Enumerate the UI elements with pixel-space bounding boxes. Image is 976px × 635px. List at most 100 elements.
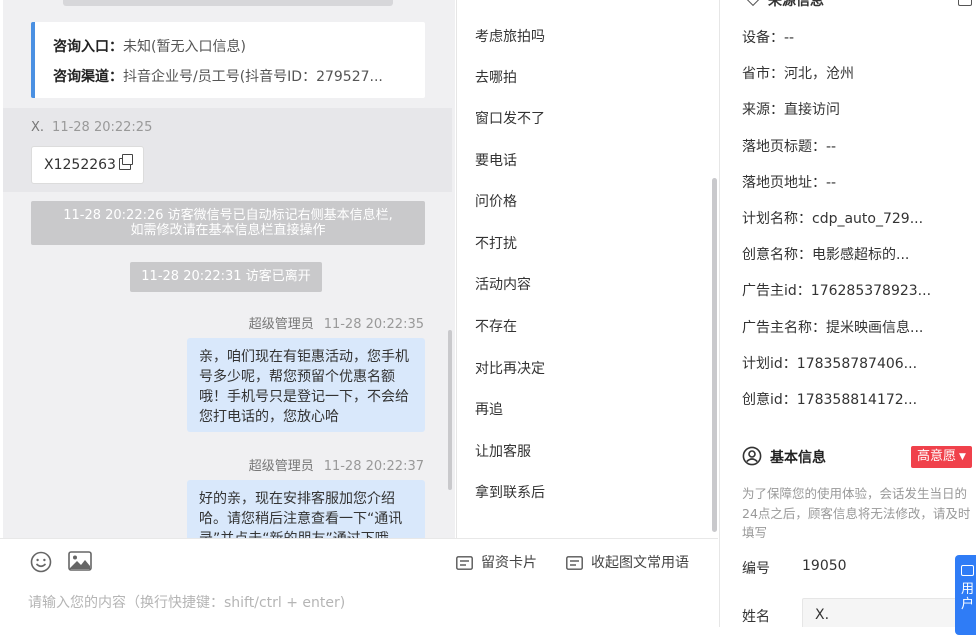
system-notice-visitor-left: 11-28 20:22:31 访客已离开 (130, 262, 322, 292)
copy-icon[interactable] (118, 154, 133, 170)
source-info-title: 来源信息 (768, 0, 824, 9)
source-info-label: 落地页标题： (742, 138, 826, 155)
agent-message-time: 11-28 20:22:35 (323, 317, 424, 332)
source-info-label: 来源： (742, 102, 784, 119)
fold-phrases-label: 收起图文常用语 (591, 555, 689, 571)
source-info-value: 178358814172... (796, 392, 918, 408)
source-info-row: 计划名称：cdp_auto_729... (742, 208, 972, 228)
visitor-message-time: 11-28 20:22:25 (52, 120, 153, 135)
intent-level-dropdown[interactable]: 高意愿 ▼ (911, 446, 972, 468)
quick-reply-item[interactable]: 考虑旅拍吗 (475, 26, 545, 48)
source-info-label: 设备： (742, 30, 784, 46)
image-icon[interactable] (68, 551, 92, 571)
agent-name: 超级管理员 (248, 459, 314, 474)
source-info-row: 省市：河北，沧州 (742, 63, 972, 83)
source-info-row: 来源：直接访问 (742, 99, 972, 119)
user-circle-icon (742, 446, 762, 466)
quick-reply-item[interactable]: 活动内容 (475, 274, 531, 296)
source-info-value: 176285378923... (810, 283, 932, 300)
quick-reply-item[interactable]: 问价格 (475, 191, 517, 213)
source-info-row: 落地页地址：-- (742, 172, 972, 192)
visitor-id-text: X1252263 (44, 157, 116, 173)
consult-info-card: 咨询入口：未知(暂无入口信息) 咨询渠道：抖音企业号/员工号(抖音号ID：279… (31, 22, 425, 98)
chat-history[interactable]: 咨询入口：未知(暂无入口信息) 咨询渠道：抖音企业号/员工号(抖音号ID：279… (3, 0, 455, 538)
source-info-value: 提米映画信息... (826, 319, 924, 336)
quick-reply-item[interactable]: 拿到联系后 (475, 482, 545, 504)
source-info-value: -- (784, 30, 795, 46)
card-icon (456, 556, 473, 570)
system-notice-line: 11-28 20:22:26 访客微信号已自动标记右侧基本信息栏, (63, 208, 393, 223)
intent-level-label: 高意愿 (917, 449, 957, 464)
agent-message-time: 11-28 20:22:37 (323, 459, 424, 474)
user-float-label: 用户 (961, 582, 975, 612)
caret-down-icon: ▼ (959, 452, 966, 462)
agent-message-meta: 超级管理员 11-28 20:22:35 (249, 313, 424, 332)
source-info-row: 计划id：178358787406... (742, 353, 972, 373)
agent-message-meta: 超级管理员 11-28 20:22:37 (249, 455, 424, 474)
source-info-label: 省市： (742, 66, 784, 83)
name-field[interactable]: X. (802, 598, 962, 627)
quick-reply-item[interactable]: 对比再决定 (475, 358, 545, 380)
quick-reply-item[interactable]: 不打扰 (475, 233, 517, 255)
user-float-button[interactable]: 用户 (955, 555, 976, 635)
visitor-message-meta: X. 11-28 20:22:25 (31, 120, 152, 135)
source-info-value: cdp_auto_729... (812, 211, 924, 227)
consult-entry-label: 咨询入口： (53, 39, 123, 55)
previous-message-stub (63, 0, 393, 6)
source-info-row: 广告主名称：提米映画信息... (742, 317, 972, 337)
source-info-row: 广告主id：176285378923... (742, 280, 972, 300)
system-notice-line: 如需修改请在基本信息栏直接操作 (130, 223, 326, 238)
agent-name: 超级管理员 (248, 317, 314, 332)
lead-card-button[interactable]: 留资卡片 (456, 552, 537, 572)
visitor-id-chip[interactable]: X1252263 (31, 146, 144, 184)
source-info-value: -- (826, 138, 837, 155)
agent-message-bubble: 亲，咱们现在有钜惠活动，您手机号多少呢，帮您预留个优惠名额哦！手机号只是登记一下… (187, 338, 425, 432)
chat-scrollbar[interactable] (448, 330, 452, 490)
source-info-row: 设备：-- (742, 27, 972, 47)
consult-entry-value: 未知(暂无入口信息) (123, 39, 246, 55)
consult-channel-label: 咨询渠道： (53, 69, 123, 85)
quick-reply-item[interactable]: 要电话 (475, 150, 517, 172)
consult-entry-row: 咨询入口：未知(暂无入口信息) (53, 32, 425, 62)
fold-phrases-button[interactable]: 收起图文常用语 (566, 552, 689, 572)
source-info-header: 来源信息 (745, 0, 824, 10)
quick-reply-item[interactable]: 让加客服 (475, 441, 531, 463)
consult-channel-value: 抖音企业号/员工号(抖音号ID：279527... (123, 69, 383, 85)
source-info-label: 计划id： (742, 355, 797, 372)
source-info-row: 落地页标题：-- (742, 136, 972, 156)
edit-deadline-notice: 为了保障您的使用体验，会话发生当日的24点之后，顾客信息将无法修改，请及时填写 (742, 486, 971, 540)
serial-label: 编号 (742, 561, 770, 577)
source-info-label: 广告主id： (742, 283, 811, 300)
quick-reply-item[interactable]: 去哪拍 (475, 67, 517, 89)
customer-info-panel: 来源信息 设备：-- 省市：河北，沧州 来源：直接访问 落地页标题：-- 落地页地址：-… (719, 0, 976, 627)
quick-reply-item[interactable]: 不存在 (475, 316, 517, 338)
source-info-row: 创意id：178358814172... (742, 389, 972, 409)
agent-message-bubble: 好的亲，现在安排客服加您介绍哈。请您稍后注意查看一下“通讯录”并点击“新的朋友”… (187, 480, 425, 538)
lead-card-label: 留资卡片 (481, 555, 537, 571)
source-info-value: 河北，沧州 (784, 66, 854, 83)
source-info-label: 计划名称： (742, 211, 812, 227)
serial-value: 19050 (802, 558, 847, 574)
source-info-value: -- (826, 174, 837, 191)
source-info-row: 创意名称：电影感超标的... (742, 244, 972, 264)
basic-info-header: 基本信息 (742, 446, 826, 467)
quick-replies-scrollbar[interactable] (712, 178, 717, 532)
source-info-label: 创意id： (742, 392, 797, 408)
visitor-name: X. (31, 120, 45, 135)
system-notice-wechat-marked: 11-28 20:22:26 访客微信号已自动标记右侧基本信息栏, 如需修改请在… (31, 201, 425, 245)
quick-reply-item[interactable]: 再追 (475, 399, 503, 421)
source-info-value: 电影感超标的... (812, 247, 910, 264)
source-info-label: 创意名称： (742, 247, 812, 264)
source-icon (745, 0, 761, 7)
name-label: 姓名 (742, 609, 770, 625)
edit-icon[interactable] (958, 0, 972, 6)
consult-channel-row: 咨询渠道：抖音企业号/员工号(抖音号ID：279527... (53, 62, 425, 92)
quick-reply-item[interactable]: 窗口发不了 (475, 108, 545, 130)
message-input[interactable] (28, 591, 688, 615)
message-composer: 留资卡片 收起图文常用语 (0, 538, 718, 627)
phrases-icon (566, 556, 583, 570)
visitor-message: X. 11-28 20:22:25 X1252263 (3, 108, 452, 192)
source-info-value: 直接访问 (784, 102, 840, 119)
quick-replies-panel: 考虑旅拍吗去哪拍窗口发不了要电话问价格不打扰活动内容不存在对比再决定再追让加客服… (456, 0, 718, 538)
emoji-icon[interactable] (30, 551, 52, 573)
